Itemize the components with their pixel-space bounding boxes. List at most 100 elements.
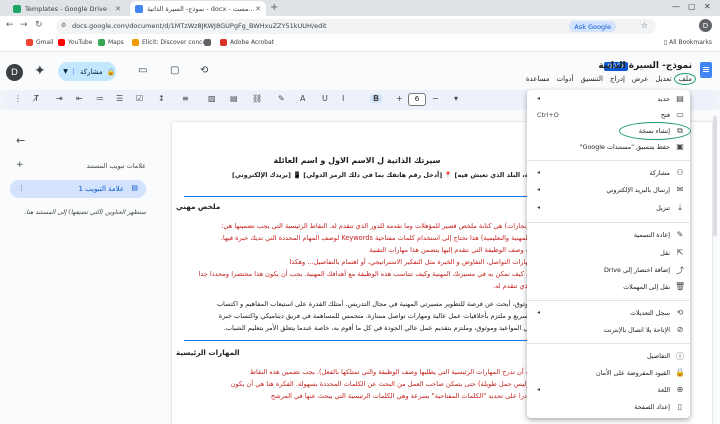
decrease-font-icon[interactable]: − bbox=[432, 94, 439, 103]
forward-arrow-icon[interactable]: → bbox=[20, 20, 28, 30]
document-title[interactable]: نموذج- السيرة الذاتية bbox=[598, 61, 692, 71]
close-window-icon[interactable]: ✕ bbox=[704, 2, 711, 11]
clear-format-icon[interactable]: T̸ bbox=[34, 94, 39, 103]
menu-separator bbox=[527, 300, 690, 301]
menu-tools[interactable]: أدوات bbox=[557, 75, 574, 83]
indent-icon[interactable]: ⇥ bbox=[56, 94, 63, 103]
menu-item-offline[interactable]: ⊘ الإتاحة بلا اتصال بالإنترنت bbox=[527, 324, 690, 338]
body-line: ، سريع و ملتزم بأخلاقيات عمل عالية ومهار… bbox=[218, 312, 532, 320]
menu-edit[interactable]: تعديل bbox=[655, 75, 671, 83]
site-info-icon[interactable]: ⚙ bbox=[61, 22, 66, 29]
highlight-icon[interactable]: ✎ bbox=[278, 94, 285, 103]
ask-google-button[interactable]: Ask Google bbox=[569, 21, 616, 32]
menu-format[interactable]: التنسيق bbox=[581, 75, 604, 83]
checklist-icon[interactable]: ☑ bbox=[136, 94, 143, 103]
ask-google-label: Ask Google bbox=[574, 22, 611, 31]
share-button[interactable]: ▼ مشاركة 🔒 bbox=[58, 62, 116, 81]
bold-icon[interactable]: B bbox=[370, 94, 383, 103]
align-icon[interactable]: ≡ bbox=[182, 94, 189, 103]
menu-item-move[interactable]: ⇱ نقل bbox=[527, 247, 690, 261]
bookmark-adobe[interactable]: Adobe Acrobat bbox=[220, 39, 274, 46]
more-options-icon[interactable]: ⋮ bbox=[14, 94, 22, 103]
bookmarks-bar: Gmail YouTube Maps Elicit: Discover conc… bbox=[0, 36, 720, 52]
image-icon[interactable]: ▨ bbox=[208, 94, 216, 103]
tab-options-icon[interactable]: ⋮ bbox=[18, 184, 25, 192]
maximize-icon[interactable]: ▢ bbox=[688, 2, 696, 11]
font-size-input[interactable]: 6 bbox=[408, 93, 426, 106]
back-arrow-icon[interactable]: ← bbox=[16, 134, 25, 147]
reload-icon[interactable]: ↻ bbox=[35, 20, 43, 30]
browser-tab-docs[interactable]: نموذج- السيرة الذاتية - docx - مست... ✕ bbox=[130, 1, 266, 16]
font-family-dropdown-icon[interactable]: ▾ bbox=[454, 94, 458, 103]
menu-item-label: إرسال بالبريد الإلكتروني bbox=[606, 186, 670, 194]
scrollbar-thumb[interactable] bbox=[713, 116, 717, 236]
menu-item-label: جديد bbox=[657, 95, 670, 103]
menu-item-language[interactable]: ⊕ اللغة ◂ bbox=[527, 384, 690, 398]
docs-logo-icon[interactable] bbox=[700, 62, 712, 78]
menu-item-rename[interactable]: ✎ إعادة التسمية bbox=[527, 229, 690, 243]
docs-favicon-icon bbox=[135, 4, 143, 13]
back-arrow-icon[interactable]: ← bbox=[6, 20, 14, 30]
bookmark-maps[interactable]: Maps bbox=[98, 39, 124, 46]
comments-icon[interactable]: ▢ bbox=[170, 65, 179, 76]
gemini-icon[interactable]: ✦ bbox=[34, 63, 46, 79]
new-doc-icon: ▤ bbox=[676, 94, 684, 103]
browser-profile-avatar[interactable]: D bbox=[699, 19, 712, 32]
outdent-icon[interactable]: ⇤ bbox=[76, 94, 83, 103]
bookmark-youtube[interactable]: YouTube bbox=[58, 39, 92, 46]
bookmark-elicit[interactable]: Elicit: Discover conce... bbox=[132, 39, 212, 46]
menu-item-page-setup[interactable]: ▯ إعداد الصفحة bbox=[527, 401, 690, 415]
new-tab-button[interactable]: + bbox=[270, 2, 278, 13]
italic-icon[interactable]: I bbox=[342, 94, 344, 103]
bulleted-list-icon[interactable]: ☰ bbox=[116, 94, 123, 103]
menu-item-add-shortcut[interactable]: ⤴ إضافة اختصار إلى Drive bbox=[527, 264, 690, 278]
menu-view[interactable]: عرض bbox=[632, 75, 649, 83]
history-icon[interactable]: ⟲ bbox=[200, 65, 208, 76]
resume-title: سيرتك الذاتية ل الاسم الاول و اسم العائل… bbox=[273, 156, 441, 165]
menu-item-details[interactable]: ⓘ التفاصيل bbox=[527, 350, 690, 364]
menu-item-version-history[interactable]: ⟲ سجل التعديلات ◂ bbox=[527, 307, 690, 321]
menu-item-download[interactable]: ⤓ تنزيل ◂ bbox=[527, 202, 690, 216]
menu-item-open[interactable]: ▭ فتح Ctrl+O bbox=[527, 109, 690, 123]
share-dropdown-icon[interactable]: ▼ bbox=[58, 68, 74, 75]
document-tab-1[interactable]: ⋮ علامة التبويب 1 ▤ bbox=[10, 180, 146, 198]
add-tab-icon[interactable]: + bbox=[16, 160, 24, 170]
line-spacing-icon[interactable]: ↕ bbox=[158, 94, 165, 103]
menu-item-label: التفاصيل bbox=[646, 352, 670, 360]
menu-insert[interactable]: إدراج bbox=[610, 75, 625, 83]
section-divider bbox=[184, 196, 534, 197]
close-tab-icon[interactable]: ✕ bbox=[255, 5, 261, 13]
menu-item-new[interactable]: ▤ جديد ◂ bbox=[527, 93, 690, 107]
bookmark-gmail[interactable]: Gmail bbox=[26, 39, 54, 46]
user-avatar[interactable]: D bbox=[6, 64, 23, 81]
close-tab-icon[interactable]: ✕ bbox=[115, 5, 121, 13]
menu-item-save-as-docs[interactable]: ▣ حفظ بتنسيق "مستندات Google" bbox=[527, 141, 690, 155]
numbered-list-icon[interactable]: ≔ bbox=[96, 94, 104, 103]
link-icon[interactable]: ⛓ bbox=[252, 94, 262, 103]
tab-title: Templates - Google Drive bbox=[25, 4, 107, 13]
menu-item-label: نقل bbox=[660, 249, 670, 257]
comment-add-icon[interactable]: ▤ bbox=[230, 94, 238, 103]
page-scrollbar[interactable] bbox=[712, 112, 718, 412]
text-color-icon[interactable]: A bbox=[300, 94, 305, 103]
menu-item-share[interactable]: ⚇ مشاركة ◂ bbox=[527, 167, 690, 181]
document-tabs-panel: ← + علامات تبويب المستند ⋮ علامة التبويب… bbox=[0, 110, 160, 424]
bookmark-unnamed[interactable] bbox=[204, 39, 214, 46]
youtube-icon bbox=[58, 39, 65, 46]
menu-help[interactable]: مساعدة bbox=[526, 75, 550, 83]
menu-item-trash[interactable]: 🗑 نقل إلى المهملات bbox=[527, 281, 690, 295]
url-bar[interactable]: ⚙ docs.google.com/document/d/1MTzWz8JKWJ… bbox=[56, 19, 656, 34]
minimize-icon[interactable]: — bbox=[672, 2, 680, 11]
bookmark-star-icon[interactable]: ☆ bbox=[641, 21, 648, 30]
menu-item-label: نقل إلى المهملات bbox=[623, 283, 670, 291]
menu-item-email[interactable]: ✉ إرسال بالبريد الإلكتروني ◂ bbox=[527, 184, 690, 198]
video-call-icon[interactable]: ▭ bbox=[138, 65, 147, 76]
browser-tab-drive[interactable]: Templates - Google Drive ✕ bbox=[8, 1, 126, 16]
make-copy-highlight-ring bbox=[619, 122, 691, 140]
menu-item-security-limitations[interactable]: 🔒 القيود المفروضة على الأمان bbox=[527, 367, 690, 381]
all-bookmarks-button[interactable]: ▯ All Bookmarks bbox=[664, 39, 712, 46]
history-icon: ⟲ bbox=[676, 308, 684, 317]
increase-font-icon[interactable]: + bbox=[396, 94, 403, 103]
underline-icon[interactable]: U bbox=[322, 94, 328, 103]
address-row: ← → ↻ ⚙ docs.google.com/document/d/1MTzW… bbox=[0, 16, 720, 36]
